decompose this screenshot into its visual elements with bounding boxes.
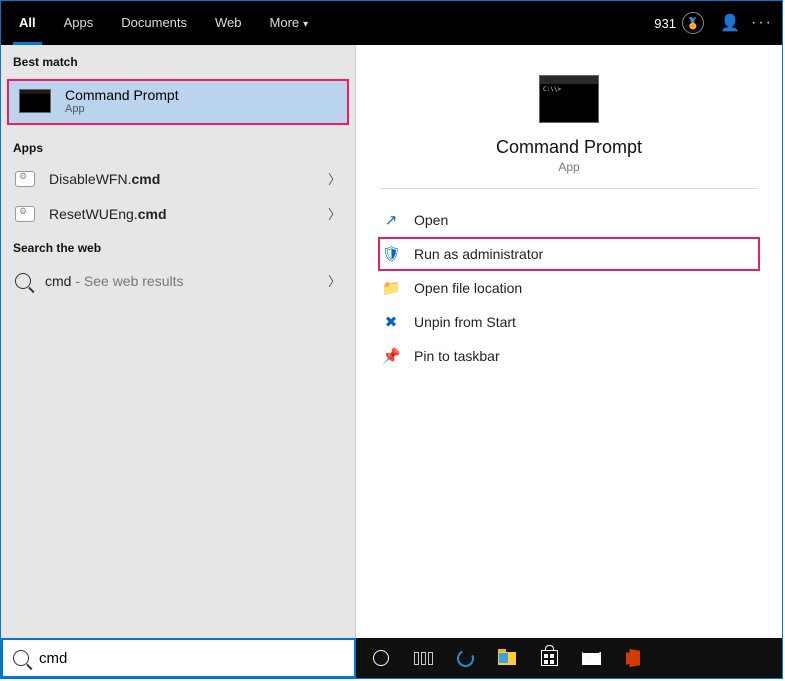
action-label: Pin to taskbar	[414, 348, 500, 364]
action-pin-to-taskbar[interactable]: 📌 Pin to taskbar	[378, 339, 760, 373]
command-prompt-icon	[539, 75, 599, 123]
best-match-subtitle: App	[65, 103, 179, 115]
rewards-points: 931	[654, 16, 676, 31]
chevron-down-icon: ▾	[303, 19, 308, 30]
web-result-text: cmd - See web results	[45, 273, 314, 289]
search-icon	[13, 650, 29, 666]
search-filter-bar: All Apps Documents Web More▾ 931 🏅 👤 ···	[1, 1, 782, 45]
task-view-icon	[414, 652, 433, 665]
action-label: Open	[414, 212, 448, 228]
rewards-indicator[interactable]: 931 🏅	[654, 12, 704, 34]
tab-more-label: More	[270, 15, 300, 30]
action-label: Unpin from Start	[414, 314, 516, 330]
preview-actions: ↗ Open 🛡 Run as administrator 📁 Open fil…	[356, 189, 782, 387]
search-input[interactable]	[39, 650, 344, 667]
taskbar-store[interactable]	[530, 642, 568, 674]
action-label: Open file location	[414, 280, 522, 296]
section-apps: Apps	[1, 131, 355, 161]
search-body: Best match Command Prompt App Apps Disab…	[1, 45, 782, 638]
start-search-window: All Apps Documents Web More▾ 931 🏅 👤 ···…	[0, 0, 783, 679]
preview-subtitle: App	[558, 160, 579, 174]
taskbar-office[interactable]	[614, 642, 652, 674]
app-result-disablewfn[interactable]: DisableWFN.cmd 〉	[1, 161, 355, 196]
store-icon	[541, 650, 558, 666]
app-result-label: ResetWUEng.cmd	[49, 206, 314, 222]
action-unpin-from-start[interactable]: ✖ Unpin from Start	[378, 305, 760, 339]
pin-icon: 📌	[382, 347, 400, 365]
web-result-cmd[interactable]: cmd - See web results 〉	[1, 261, 355, 300]
preview-panel: Command Prompt App ↗ Open 🛡 Run as admin…	[356, 45, 782, 638]
taskbar-file-explorer[interactable]	[488, 642, 526, 674]
apps-results-list: DisableWFN.cmd 〉 ResetWUEng.cmd 〉	[1, 161, 355, 231]
section-best-match: Best match	[1, 45, 355, 75]
app-result-resetwueng[interactable]: ResetWUEng.cmd 〉	[1, 196, 355, 231]
taskbar-mail[interactable]	[572, 642, 610, 674]
shield-icon: 🛡	[382, 245, 400, 263]
tab-web[interactable]: Web	[201, 1, 256, 45]
taskbar-edge[interactable]	[446, 642, 484, 674]
cortana-icon	[373, 650, 389, 666]
taskbar-task-view[interactable]	[404, 642, 442, 674]
preview-header: Command Prompt App	[380, 45, 758, 189]
script-icon	[15, 171, 35, 187]
app-result-label: DisableWFN.cmd	[49, 171, 314, 187]
command-prompt-icon	[19, 89, 51, 113]
best-match-title: Command Prompt	[65, 87, 179, 103]
folder-icon	[498, 652, 516, 665]
results-panel: Best match Command Prompt App Apps Disab…	[1, 45, 356, 638]
tab-more[interactable]: More▾	[256, 1, 323, 45]
search-icon	[15, 273, 31, 289]
unpin-icon: ✖	[382, 313, 400, 331]
action-open[interactable]: ↗ Open	[378, 203, 760, 237]
chevron-right-icon: 〉	[328, 204, 341, 223]
folder-icon: 📁	[382, 279, 400, 297]
taskbar-cortana[interactable]	[362, 642, 400, 674]
action-open-file-location[interactable]: 📁 Open file location	[378, 271, 760, 305]
tab-apps[interactable]: Apps	[50, 1, 108, 45]
chevron-right-icon: 〉	[328, 271, 341, 290]
more-options-icon[interactable]: ···	[746, 14, 778, 32]
chevron-right-icon: 〉	[328, 169, 341, 188]
filter-tabs: All Apps Documents Web More▾	[5, 1, 322, 45]
tab-documents[interactable]: Documents	[107, 1, 201, 45]
script-icon	[15, 206, 35, 222]
open-icon: ↗	[382, 211, 400, 229]
taskbar	[356, 638, 782, 678]
mail-icon	[582, 652, 601, 665]
action-label: Run as administrator	[414, 246, 543, 262]
preview-title: Command Prompt	[496, 137, 642, 158]
bottom-row	[1, 638, 782, 678]
medal-icon: 🏅	[682, 12, 704, 34]
section-search-web: Search the web	[1, 231, 355, 261]
edge-icon	[454, 647, 476, 669]
office-icon	[626, 649, 640, 667]
best-match-command-prompt[interactable]: Command Prompt App	[7, 79, 349, 125]
search-box[interactable]	[1, 638, 356, 678]
tab-all[interactable]: All	[5, 1, 50, 45]
action-run-as-administrator[interactable]: 🛡 Run as administrator	[378, 237, 760, 271]
feedback-icon[interactable]: 👤	[714, 13, 746, 33]
